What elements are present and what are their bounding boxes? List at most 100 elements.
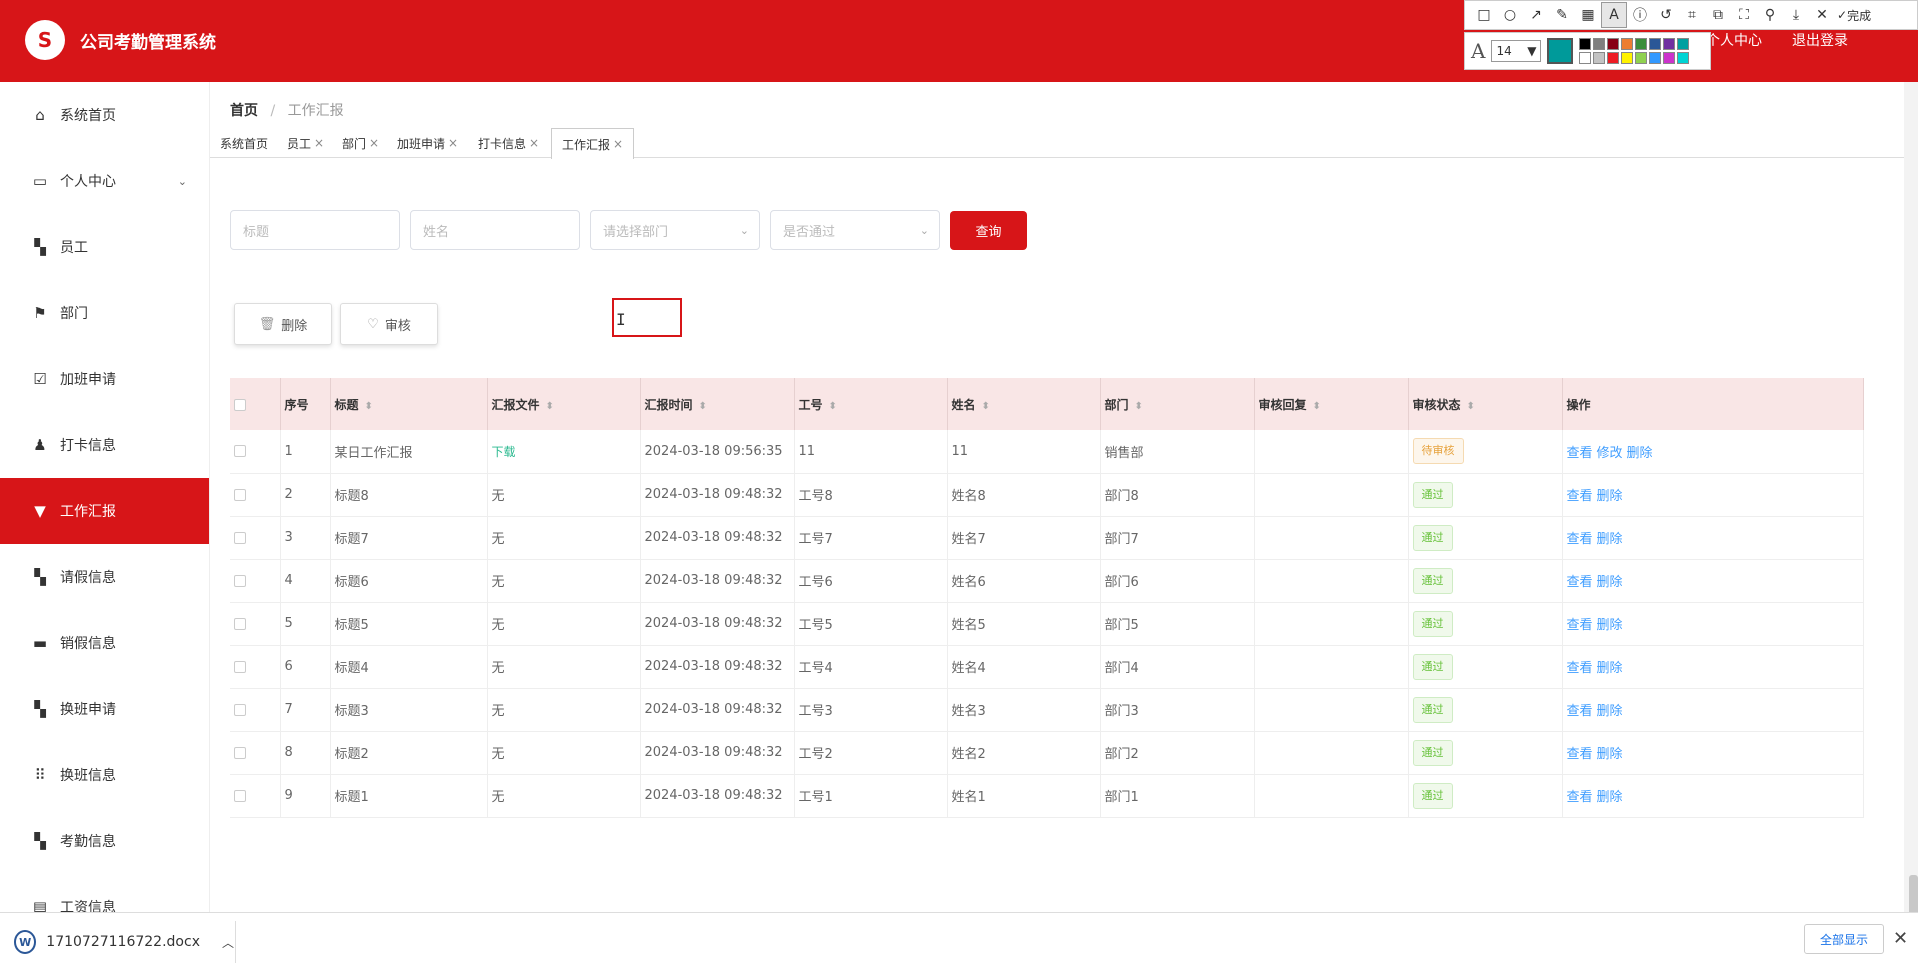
row-action-link[interactable]: 删除 [1597,704,1623,719]
sort-icon[interactable]: ⬍ [982,401,990,412]
color-swatch[interactable] [1593,52,1606,64]
select-all-checkbox[interactable] [234,398,246,411]
mosaic-icon[interactable]: ▦ [1575,2,1601,28]
department-select[interactable]: 请选择部门 ⌄ [590,210,760,250]
color-swatch[interactable] [1649,38,1662,50]
color-swatch[interactable] [1579,52,1592,64]
pin-icon[interactable]: ⚲ [1757,2,1783,28]
row-action-link[interactable]: 删除 [1597,575,1623,590]
color-swatch[interactable] [1635,38,1648,50]
color-swatch[interactable] [1663,52,1676,64]
sidebar-item-personal[interactable]: ▭ 个人中心 ⌄ [0,148,209,214]
col-header[interactable]: 汇报时间 ⬍ [640,378,795,430]
sort-icon[interactable]: ⬍ [1135,401,1143,412]
row-action-link[interactable]: 删除 [1597,747,1623,762]
sidebar-item-clockin[interactable]: ♟ 打卡信息 [0,412,209,478]
row-action-link[interactable]: 删除 [1597,790,1623,805]
col-header[interactable]: 审核回复 ⬍ [1254,378,1409,430]
color-swatch[interactable] [1621,52,1634,64]
row-checkbox[interactable] [234,703,246,716]
col-header[interactable]: 部门 ⬍ [1100,378,1255,430]
sidebar-item-leave[interactable]: ▚ 请假信息 [0,544,209,610]
row-checkbox[interactable] [234,574,246,587]
sidebar-item-department[interactable]: ⚑ 部门 [0,280,209,346]
row-checkbox[interactable] [234,617,246,630]
row-checkbox[interactable] [234,531,246,544]
sort-icon[interactable]: ⬍ [699,401,707,412]
name-filter-input[interactable]: 姓名 [410,210,580,250]
tab-department[interactable]: 部门 × [332,128,389,158]
row-action-link[interactable]: 查看 [1567,618,1593,633]
sidebar-item-employee[interactable]: ▚ 员工 [0,214,209,280]
done-button[interactable]: ✓ 完成 [1837,7,1871,24]
font-size-select[interactable]: 14 ▼ [1491,40,1542,62]
current-color-swatch[interactable] [1547,38,1574,64]
col-header[interactable]: 姓名 ⬍ [947,378,1101,430]
report-file[interactable]: 下载 [492,445,516,459]
color-swatch[interactable] [1635,52,1648,64]
sidebar-item-overtime[interactable]: ☑ 加班申请 [0,346,209,412]
show-all-downloads-button[interactable]: 全部显示 [1804,924,1884,954]
sidebar-item-home[interactable]: ⌂ 系统首页 [0,82,209,148]
tab-home[interactable]: 系统首页 [210,128,278,158]
fullscreen-icon[interactable]: ⛶ [1731,2,1757,28]
row-checkbox[interactable] [234,660,246,673]
color-swatch[interactable] [1593,38,1606,50]
query-button[interactable]: 查询 [950,211,1027,250]
color-swatch[interactable] [1607,52,1620,64]
crop-icon[interactable]: ⌗ [1679,2,1705,28]
circle-icon[interactable]: ○ [1497,2,1523,28]
sidebar-item-work-report[interactable]: ▼ 工作汇报 [0,478,209,544]
row-action-link[interactable]: 查看 [1567,532,1593,547]
row-checkbox[interactable] [234,488,246,501]
logout-link[interactable]: 退出登录 [1792,30,1848,50]
close-icon[interactable]: ✕ [1893,928,1908,949]
sort-icon[interactable]: ⬍ [546,401,554,412]
color-swatch[interactable] [1621,38,1634,50]
row-action-link[interactable]: 删除 [1597,661,1623,676]
tab-work-report[interactable]: 工作汇报 × [551,128,635,159]
tab-overtime[interactable]: 加班申请 × [387,128,468,158]
row-checkbox[interactable] [234,789,246,802]
color-swatch[interactable] [1677,52,1690,64]
breadcrumb-home[interactable]: 首页 [230,103,258,119]
row-action-link[interactable]: 查看 [1567,661,1593,676]
sidebar-item-shift-info[interactable]: ⠿ 换班信息 [0,742,209,808]
close-icon[interactable]: × [448,136,458,150]
sidebar-item-salary[interactable]: ▤ 工资信息 [0,874,209,912]
download-icon[interactable]: ⤓ [1783,2,1809,28]
row-action-link[interactable]: 查看 [1567,747,1593,762]
row-action-link[interactable]: 查看 [1567,489,1593,504]
title-filter-input[interactable]: 标题 [230,210,400,250]
close-icon[interactable]: × [613,137,623,151]
row-checkbox[interactable] [234,445,246,458]
text-icon[interactable]: A [1601,2,1627,28]
row-action-link[interactable]: 删除 [1597,532,1623,547]
sort-icon[interactable]: ⬍ [1313,401,1321,412]
pencil-icon[interactable]: ✎ [1549,2,1575,28]
download-item[interactable]: W 1710727116722.docx ︿ [14,923,234,961]
row-action-link[interactable]: 查看 [1567,446,1593,461]
delete-button[interactable]: 🗑 删除 [234,303,332,345]
row-action-link[interactable]: 删除 [1597,489,1623,504]
sidebar-item-shift-request[interactable]: ▚ 换班申请 [0,676,209,742]
row-action-link[interactable]: 删除 [1597,618,1623,633]
tab-employee[interactable]: 员工 × [277,128,334,158]
row-checkbox[interactable] [234,746,246,759]
close-icon[interactable]: × [529,136,539,150]
color-swatch[interactable] [1607,38,1620,50]
row-action-link[interactable]: 修改 [1597,446,1623,461]
color-swatch[interactable] [1649,52,1662,64]
arrow-icon[interactable]: ↗ [1523,2,1549,28]
review-button[interactable]: ♡ 审核 [340,303,438,345]
page-scrollbar[interactable] [1904,82,1918,912]
col-header[interactable]: 标题 ⬍ [330,378,488,430]
close-icon[interactable]: ✕ [1809,2,1835,28]
row-action-link[interactable]: 查看 [1567,790,1593,805]
personal-center-link[interactable]: 个人中心 [1706,30,1762,50]
col-header[interactable]: 审核状态 ⬍ [1408,378,1563,430]
col-header[interactable]: 汇报文件 ⬍ [487,378,641,430]
color-swatch[interactable] [1677,38,1690,50]
sort-icon[interactable]: ⬍ [1467,401,1475,412]
undo-icon[interactable]: ↺ [1653,2,1679,28]
